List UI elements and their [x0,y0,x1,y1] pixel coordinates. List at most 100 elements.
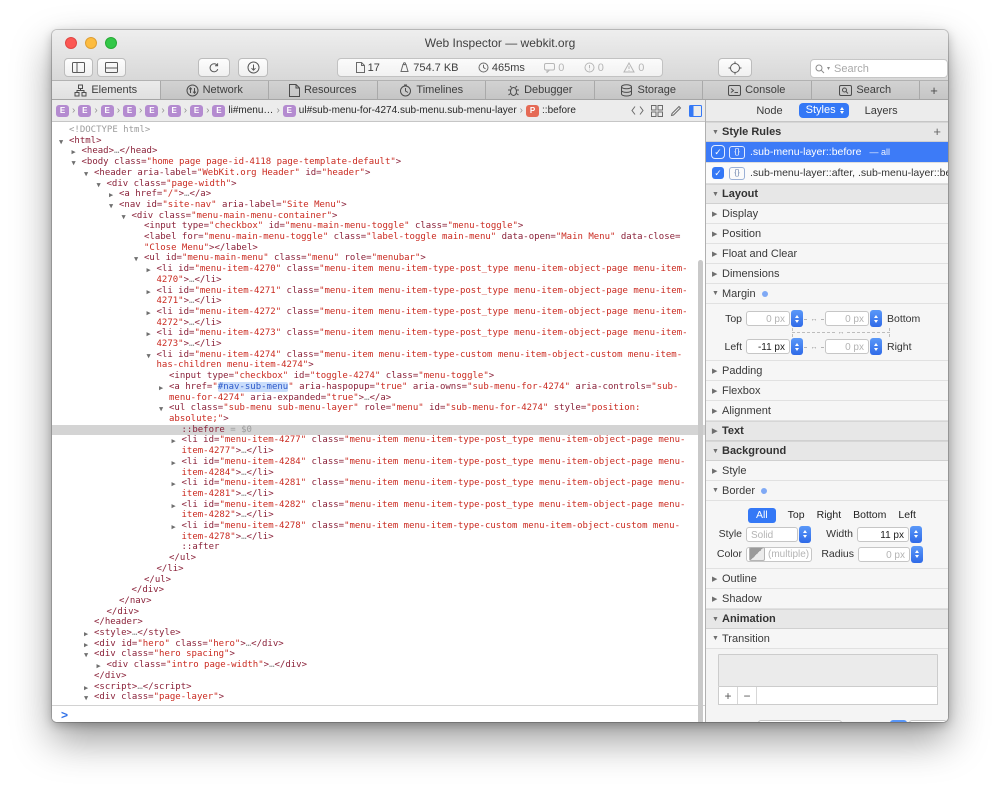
margin-link-all[interactable]: ↔ [770,328,912,337]
code-brackets-icon[interactable] [631,105,644,116]
row-dimensions[interactable]: ▶Dimensions [706,264,948,284]
tree-line[interactable]: ▼<body class="home page page-id-4118 pag… [52,157,705,168]
row-position[interactable]: ▶Position [706,224,948,244]
breadcrumb-item[interactable]: Eli#menu… [212,105,273,117]
download-button[interactable] [238,58,268,77]
tree-line[interactable]: ▶<li id="menu-item-4272" class="menu-ite… [52,307,705,318]
border-width-field[interactable]: 11 px [857,526,922,543]
tree-line[interactable]: ▶<li id="menu-item-4277" class="menu-ite… [52,435,705,446]
tree-line[interactable]: ▶<li id="menu-item-4282" class="menu-ite… [52,500,705,511]
row-flexbox[interactable]: ▶Flexbox [706,381,948,401]
zoom-button[interactable] [105,37,117,49]
stepper-icon[interactable] [911,546,923,563]
tree-line[interactable]: ▼<div class="hero spacing"> [52,649,705,660]
tree-line[interactable]: ▼<div class="page-width"> [52,179,705,190]
tree-line[interactable]: ▼<header aria-label="WebKit.org Header" … [52,168,705,179]
search-input[interactable] [832,62,926,76]
breadcrumb-item[interactable]: P::before [526,105,576,117]
tree-line[interactable]: </ul> [52,553,705,564]
tree-line[interactable]: <input type="checkbox" id="menu-main-men… [52,221,705,232]
row-outline[interactable]: ▶Outline [706,569,948,589]
stepper-icon[interactable] [791,310,803,327]
tree-line[interactable]: </li> [52,564,705,575]
breadcrumb-item[interactable]: E [145,105,158,117]
tree-line[interactable]: ▶<a href="/">…</a> [52,189,705,200]
row-alignment[interactable]: ▶Alignment [706,401,948,421]
stepper-icon[interactable] [870,310,882,327]
section-animation[interactable]: ▼Animation [706,609,948,629]
tree-line[interactable]: ▼<div class="page-layer"> [52,692,705,703]
row-margin[interactable]: ▼Margin [706,284,948,304]
tree-line[interactable]: ▶<li id="menu-item-4273" class="menu-ite… [52,328,705,339]
add-rule-button[interactable]: + [933,124,941,139]
minimize-button[interactable] [85,37,97,49]
tree-line[interactable]: </nav> [52,596,705,607]
tree-line[interactable]: </div> [52,607,705,618]
tree-line[interactable]: ▼<li id="menu-item-4274" class="menu-ite… [52,350,705,361]
stepper-icon[interactable] [870,338,882,355]
tree-line[interactable]: 4273">…</li> [52,339,705,350]
toolbar-search-field[interactable]: ▾ [810,59,948,78]
tab-search[interactable]: Search [812,81,921,99]
stepper-icon[interactable] [910,526,922,543]
tab-network[interactable]: Network [161,81,270,99]
breadcrumb-item[interactable]: E [101,105,114,117]
breadcrumb-item[interactable]: E [56,105,69,117]
tab-timelines[interactable]: Timelines [378,81,487,99]
tree-line[interactable]: has-children menu-item-4274"> [52,360,705,371]
tree-line[interactable]: </div> [52,585,705,596]
tree-line[interactable]: ▶<div id="hero" class="hero">…</div> [52,639,705,650]
tree-line[interactable]: <input type="checkbox" id="toggle-4274" … [52,371,705,382]
tree-line[interactable]: ▼<html> [52,136,705,147]
row-transition[interactable]: ▼Transition [706,629,948,649]
panel-blue-icon[interactable] [689,105,702,117]
section-layout[interactable]: ▼ Layout [706,184,948,204]
tree-line[interactable]: item-4284">…</li> [52,468,705,479]
tree-line[interactable]: ▼<div class="menu-main-menu-container"> [52,211,705,222]
stepper-icon[interactable] [799,526,811,543]
tree-line[interactable]: item-4282">…</li> [52,510,705,521]
tree-line[interactable]: item-4281">…</li> [52,489,705,500]
tree-line[interactable]: <label for="menu-main-menu-toggle" class… [52,232,705,243]
tree-line[interactable]: ▼<nav id="site-nav" aria-label="Site Men… [52,200,705,211]
tree-line[interactable]: ▶<script>…</script> [52,682,705,693]
expand-arrow-down-icon[interactable]: ▼ [84,693,88,704]
tree-line[interactable]: absolute;"> [52,414,705,425]
tree-line[interactable]: 4271">…</li> [52,296,705,307]
tab-resources[interactable]: Resources [269,81,378,99]
breadcrumb-item[interactable]: E [78,105,91,117]
breadcrumb-item[interactable]: E [123,105,136,117]
row-float-clear[interactable]: ▶Float and Clear [706,244,948,264]
tab-storage[interactable]: Storage [595,81,704,99]
margin-bottom-field[interactable]: 0 px [825,310,882,327]
style-rules-header[interactable]: ▼ Style Rules + [706,122,948,142]
toggle-left-sidebar-button[interactable] [64,58,93,77]
border-radius-field[interactable]: 0 px [858,546,923,563]
transition-property-input[interactable] [758,720,842,723]
sidebar-tab-node[interactable]: Node [756,105,782,117]
border-color-field[interactable]: (multiple) [746,547,812,562]
tree-line[interactable]: </div> [52,671,705,682]
sidebar-tab-layers[interactable]: Layers [865,105,898,117]
tree-line[interactable]: ▶<a href="#nav-sub-menu" aria-haspopup="… [52,382,705,393]
margin-link-horizontal[interactable]: ↔ [803,342,825,352]
margin-top-field[interactable]: 0 px [746,310,803,327]
tree-line[interactable]: ▶<li id="menu-item-4271" class="menu-ite… [52,286,705,297]
margin-left-field[interactable]: -11 px [746,338,803,355]
tab-elements[interactable]: Elements [52,81,161,99]
tree-line[interactable]: ::after [52,542,705,553]
tree-line[interactable]: 4270">…</li> [52,275,705,286]
tab-console[interactable]: Console [703,81,812,99]
rule-checkbox[interactable]: ✓ [712,146,724,158]
new-tab-button[interactable]: + [920,81,948,99]
margin-right-field[interactable]: 0 px [825,338,882,355]
rule-checkbox[interactable]: ✓ [712,167,724,179]
row-shadow[interactable]: ▶Shadow [706,589,948,609]
color-swatch[interactable] [749,547,765,561]
tree-line[interactable]: 4272">…</li> [52,318,705,329]
stepper-icon[interactable] [791,338,803,355]
toggle-console-drawer-button[interactable] [97,58,126,77]
tree-line[interactable]: ▶<style>…</style> [52,628,705,639]
pencil-icon[interactable] [670,105,682,117]
tree-line[interactable]: item-4277">…</li> [52,446,705,457]
